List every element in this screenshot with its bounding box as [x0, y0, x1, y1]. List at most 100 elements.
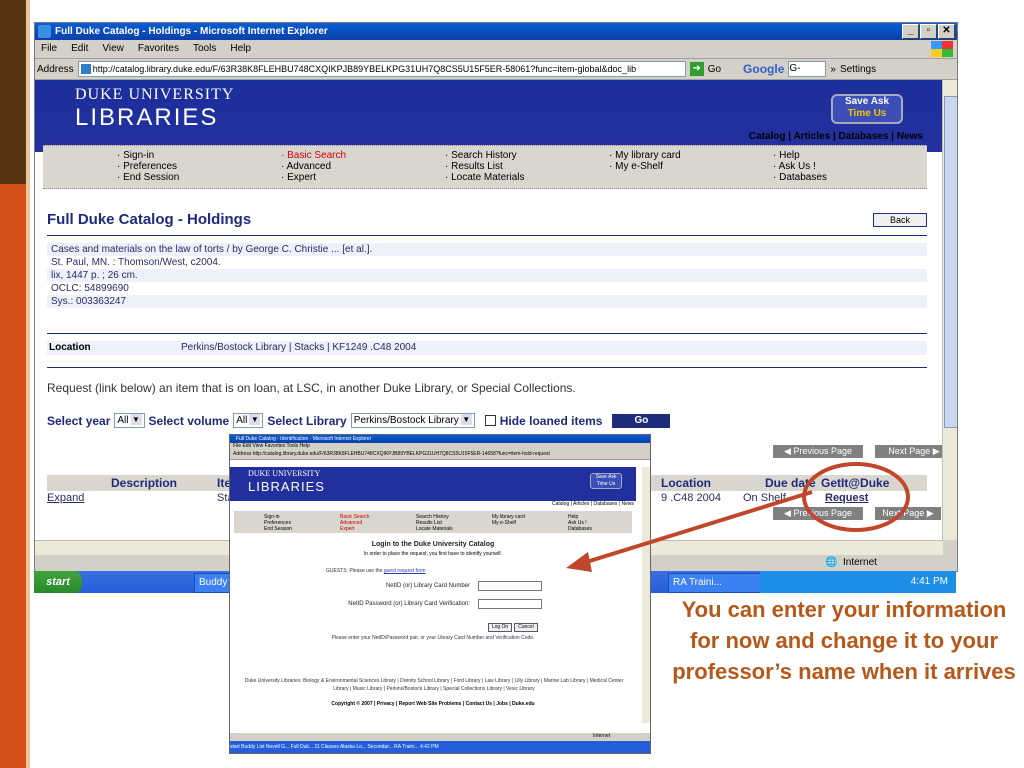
inset-menu-col-4: My library card My e-Shelf	[492, 514, 525, 526]
menu-favorites[interactable]: Favorites	[138, 40, 179, 58]
go-label[interactable]: Go	[708, 64, 721, 75]
status-zone: Internet	[843, 557, 877, 568]
expand-link[interactable]: Expand	[47, 492, 84, 504]
record-details: Cases and materials on the law of torts …	[47, 243, 927, 308]
record-oclc: OCLC: 54899690	[51, 283, 129, 294]
close-button[interactable]: ✕	[938, 24, 955, 39]
menu-column-5: · Help · Ask Us ! · Databases	[773, 150, 827, 183]
menu-expert[interactable]: · Expert	[281, 172, 346, 183]
inset-menu-col-2: Basic Search Advanced Expert	[340, 514, 370, 532]
inset-title-bar: Full Duke Catalog - Identification - Mic…	[230, 435, 650, 443]
menu-bar: File Edit View Favorites Tools Help	[35, 40, 957, 59]
taskbar-ra-training[interactable]: RA Traini...	[668, 573, 770, 593]
hide-loaned-checkbox[interactable]	[484, 415, 496, 426]
maximize-button[interactable]: ▫	[920, 24, 937, 39]
request-instructions: Request (link below) an item that is on …	[47, 381, 576, 395]
google-toolbar-logo: Google	[743, 62, 785, 76]
minimize-button[interactable]: _	[902, 24, 919, 39]
inset-netid-label: NetID (or) Library Card Number	[385, 583, 470, 589]
menu-column-2: · Basic Search · Advanced · Expert	[281, 150, 346, 183]
select-volume-label: Select volume	[148, 413, 230, 428]
menu-basic-search[interactable]: · Basic Search	[281, 150, 346, 161]
previous-page-button[interactable]: ◀ Previous Page	[773, 445, 863, 458]
internet-zone-icon: 🌐	[825, 557, 838, 568]
menu-search-history[interactable]: · Search History	[445, 150, 524, 161]
slide-caption: You can enter your information for now a…	[672, 597, 1016, 684]
menu-my-library-card[interactable]: · My library card	[609, 150, 681, 161]
menu-column-4: · My library card · My e-Shelf	[609, 150, 681, 172]
inset-libraries: LIBRARIES	[248, 479, 325, 494]
save-ask-bottom: Time Us	[847, 108, 887, 119]
menu-locate-materials[interactable]: · Locate Materials	[445, 172, 524, 183]
inset-cancel-button[interactable]: Cancel	[514, 623, 538, 632]
settings-button[interactable]: Settings	[840, 64, 876, 75]
inset-password-label: NetID Password (or) Library Card Verific…	[348, 601, 470, 607]
menu-tools[interactable]: Tools	[193, 40, 216, 58]
location-label: Location	[49, 342, 91, 353]
address-input[interactable]: http://catalog.library.duke.edu/F/63R38K…	[77, 61, 686, 77]
menu-advanced[interactable]: · Advanced	[281, 161, 346, 172]
menu-ask-us[interactable]: · Ask Us !	[773, 161, 827, 172]
inset-taskbar: start Buddy List Novell G... Full Duk...…	[230, 741, 650, 753]
record-publisher: St. Paul, MN. : Thomson/West, c2004.	[51, 257, 221, 268]
menu-edit[interactable]: Edit	[71, 40, 88, 58]
divider	[47, 235, 927, 236]
menu-databases[interactable]: · Databases	[773, 172, 827, 183]
menu-help-link[interactable]: · Help	[773, 150, 827, 161]
annotation-arrow	[566, 490, 813, 572]
hide-loaned-label: Hide loaned items	[499, 413, 603, 428]
menu-column-1: · Sign-in · Preferences · End Session	[117, 150, 179, 183]
google-search-box[interactable]: G-	[788, 61, 827, 77]
windows-logo-icon	[931, 41, 953, 57]
filter-go-button[interactable]: Go	[612, 413, 671, 428]
save-ask-badge[interactable]: Save Ask Time Us	[831, 94, 903, 124]
inset-status-bar: Internet	[230, 733, 650, 741]
select-library-dropdown[interactable]: Perkins/Bostock Library ▼	[350, 413, 475, 428]
slide-accent-bar-top	[0, 0, 26, 184]
inset-guest-link[interactable]: guest request form	[384, 568, 426, 574]
vertical-scrollbar[interactable]	[942, 80, 957, 540]
location-value: Perkins/Bostock Library | Stacks | KF124…	[181, 342, 417, 353]
inset-copyright: Copyright © 2007 | Privacy | Report Web …	[331, 701, 535, 707]
menu-end-session[interactable]: · End Session	[117, 172, 179, 183]
catalog-menu: · Sign-in · Preferences · End Session · …	[43, 145, 927, 189]
inset-netid-input[interactable]	[478, 581, 542, 591]
record-pages: lix, 1447 p. ; 26 cm.	[47, 269, 927, 282]
ie-icon	[38, 25, 51, 38]
clock: 4:41 PM	[910, 576, 948, 587]
start-button[interactable]: start	[34, 571, 82, 593]
menu-results-list[interactable]: · Results List	[445, 161, 524, 172]
record-title: Cases and materials on the law of torts …	[47, 243, 927, 256]
title-bar: Full Duke Catalog - Holdings - Microsoft…	[35, 23, 957, 40]
inset-footer-libraries: Duke University Libraries: Biology & Env…	[244, 678, 624, 692]
select-volume-dropdown[interactable]: All ▼	[233, 413, 264, 428]
inset-logon-button[interactable]: Log On	[488, 623, 512, 632]
menu-help[interactable]: Help	[230, 40, 251, 58]
inset-instructions: Please enter your NetID/Password pair, o…	[331, 635, 535, 641]
menu-view[interactable]: View	[102, 40, 124, 58]
banner-duke-university: DUKE UNIVERSITY	[75, 86, 235, 103]
menu-my-e-shelf[interactable]: · My e-Shelf	[609, 161, 681, 172]
menu-sign-in[interactable]: · Sign-in	[117, 150, 179, 161]
top-navigation[interactable]: Catalog | Articles | Databases | News	[35, 131, 923, 142]
inset-menu-col-3: Search History Results List Locate Mater…	[416, 514, 453, 532]
inset-menu-col-1: Sign-in Preferences End Session	[264, 514, 293, 532]
inset-guest-text: GUESTS: Please use the guest request for…	[326, 568, 426, 574]
inset-address-bar: Address http://catalog.library.duke.edu/…	[230, 450, 650, 460]
select-year-dropdown[interactable]: All ▼	[114, 413, 145, 428]
menu-preferences[interactable]: · Preferences	[117, 161, 179, 172]
inset-password-input[interactable]	[478, 599, 542, 609]
back-button[interactable]: Back	[873, 213, 927, 227]
inset-menu-bar: File Edit View Favorites Tools Help	[230, 443, 650, 450]
page-icon	[80, 64, 91, 74]
scrollbar-thumb[interactable]	[944, 96, 957, 428]
select-year-label: Select year	[47, 413, 111, 428]
select-library-label: Select Library	[267, 413, 347, 428]
menu-column-3: · Search History · Results List · Locate…	[445, 150, 524, 183]
address-bar: Address http://catalog.library.duke.edu/…	[35, 59, 957, 80]
menu-file[interactable]: File	[41, 40, 57, 58]
go-arrow-icon[interactable]: ➔	[689, 62, 704, 76]
divider	[47, 367, 927, 368]
toolbar-overflow-icon[interactable]: »	[830, 64, 836, 75]
col-description: Description	[111, 476, 178, 490]
